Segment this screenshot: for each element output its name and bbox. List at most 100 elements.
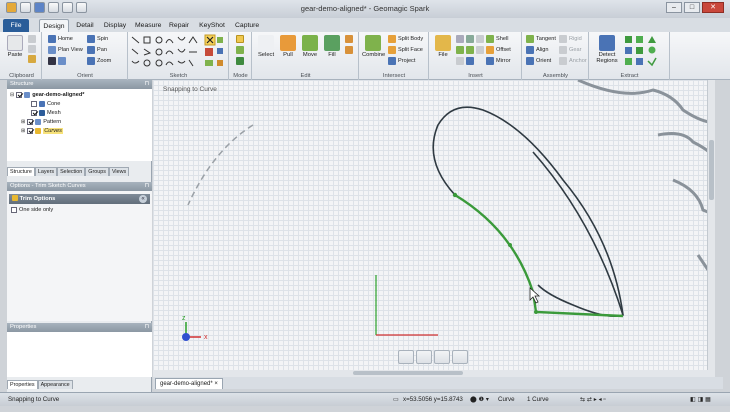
- document-tab[interactable]: gear-demo-aligned* ×: [155, 378, 223, 389]
- tab-detail[interactable]: Detail: [72, 19, 98, 32]
- tree-row-mesh[interactable]: Mesh: [31, 110, 61, 116]
- maximize-button[interactable]: □: [684, 2, 700, 13]
- close-tab-icon[interactable]: ×: [214, 381, 218, 387]
- orient-button[interactable]: Orient: [526, 57, 551, 65]
- sketch-mode-icon[interactable]: [236, 35, 244, 43]
- cut-icon[interactable]: [28, 35, 36, 43]
- project-button[interactable]: Project: [388, 57, 415, 65]
- scroll-thumb[interactable]: [709, 140, 714, 200]
- minimize-button[interactable]: –: [666, 2, 682, 13]
- tree-row-cone[interactable]: Cone: [31, 101, 60, 107]
- tab-capture[interactable]: Capture: [232, 19, 262, 32]
- pin-icon[interactable]: ⊓: [144, 182, 149, 191]
- status-nav-icons[interactable]: ⇆ ⇄ ▸ ◂ ▫: [580, 396, 606, 403]
- detect-regions-button[interactable]: Detect Regions: [593, 35, 621, 64]
- tab-appearance[interactable]: Appearance: [37, 380, 73, 389]
- pan-button[interactable]: Pan: [87, 46, 107, 54]
- pin-icon[interactable]: ⊓: [144, 323, 149, 332]
- mini-sketch-icon[interactable]: [416, 350, 432, 364]
- edit-extra2-icon[interactable]: [345, 46, 353, 54]
- one-side-only-checkbox[interactable]: [11, 207, 17, 213]
- closed-sketch-curve[interactable]: [432, 106, 624, 318]
- edit-extra-icon[interactable]: [345, 35, 353, 43]
- tree-row-pattern[interactable]: ⊞ Pattern: [21, 119, 61, 125]
- visibility-checkbox[interactable]: [31, 101, 37, 107]
- vertical-scrollbar[interactable]: [707, 80, 715, 377]
- tab-keyshot[interactable]: KeyShot 3: [194, 19, 230, 42]
- design-viewport[interactable]: Snapping to Curve x z: [153, 80, 715, 377]
- tab-structure[interactable]: Structure: [7, 167, 35, 176]
- selection-filter[interactable]: Curve: [498, 396, 515, 403]
- gear-button[interactable]: Gear: [559, 46, 581, 54]
- tab-selection[interactable]: Selection: [57, 167, 86, 176]
- curve-endpoint[interactable]: [534, 310, 538, 314]
- anchor-button[interactable]: Anchor: [559, 57, 587, 65]
- tree-row-root[interactable]: ⊟ gear-demo-aligned*: [10, 92, 84, 98]
- mini-select-icon[interactable]: [398, 350, 414, 364]
- sketch-canvas[interactable]: x z: [153, 80, 715, 377]
- rigid-button[interactable]: Rigid: [559, 35, 582, 43]
- status-tools[interactable]: ⬤ ❶ ▾: [470, 396, 489, 403]
- format-icon[interactable]: [28, 55, 36, 63]
- view-options-button[interactable]: [48, 57, 66, 65]
- split-body-button[interactable]: Split Body: [388, 35, 423, 43]
- tab-groups[interactable]: Groups: [85, 167, 109, 176]
- insert-shape-icons-2[interactable]: [456, 46, 484, 54]
- visibility-checkbox[interactable]: [27, 119, 34, 125]
- trim-options-section[interactable]: Trim Options «: [9, 194, 150, 204]
- image-icon: [456, 57, 464, 65]
- extract-tools[interactable]: [624, 35, 664, 67]
- select-button[interactable]: Select: [255, 35, 277, 58]
- sketch-tools[interactable]: [129, 34, 229, 70]
- align-button[interactable]: Align: [526, 46, 548, 54]
- mirror-icon: [486, 57, 494, 65]
- tab-properties[interactable]: Properties: [7, 380, 38, 389]
- insert-shape-icons[interactable]: [456, 35, 484, 43]
- 3d-mode-icon[interactable]: [236, 57, 244, 65]
- insert-shape-icons-3[interactable]: [456, 57, 474, 65]
- paste-button[interactable]: Paste: [4, 35, 26, 58]
- mini-pen-icon[interactable]: [434, 350, 450, 364]
- curve-endpoint[interactable]: [452, 192, 458, 198]
- tab-measure[interactable]: Measure: [132, 19, 164, 32]
- insert-file-button[interactable]: File: [432, 35, 454, 58]
- split-face-button[interactable]: Split Face: [388, 46, 423, 54]
- tangent-button[interactable]: Tangent: [526, 35, 556, 43]
- shell-button[interactable]: Shell: [486, 35, 508, 43]
- horizontal-scrollbar[interactable]: [153, 370, 715, 377]
- visibility-checkbox[interactable]: [27, 128, 34, 134]
- tree-row-curves[interactable]: ⊞ Curves: [21, 128, 63, 134]
- mini-plan-icon[interactable]: [452, 350, 468, 364]
- mirror-button[interactable]: Mirror: [486, 57, 511, 65]
- section-mode-icon[interactable]: [236, 46, 244, 54]
- collapse-icon[interactable]: «: [139, 195, 147, 203]
- visibility-checkbox[interactable]: [16, 92, 23, 98]
- triad-origin[interactable]: [182, 333, 190, 341]
- one-side-only-option[interactable]: One side only: [11, 207, 53, 213]
- offset-button[interactable]: Offset: [486, 46, 511, 54]
- scroll-thumb[interactable]: [353, 371, 463, 375]
- pin-icon[interactable]: ⊓: [144, 80, 149, 89]
- tab-views[interactable]: Views: [108, 167, 130, 176]
- plan-view-button[interactable]: Plan View: [48, 46, 83, 54]
- tab-design[interactable]: Design: [39, 19, 69, 32]
- tab-display[interactable]: Display: [100, 19, 130, 32]
- combine-button[interactable]: Combine: [362, 35, 385, 58]
- spin-button[interactable]: Spin: [87, 35, 108, 43]
- move-button[interactable]: Move: [299, 35, 321, 58]
- visibility-checkbox[interactable]: [31, 110, 37, 116]
- tab-file[interactable]: File: [3, 19, 29, 32]
- fill-button[interactable]: Fill: [321, 35, 343, 58]
- pull-button[interactable]: Pull: [277, 35, 299, 58]
- close-button[interactable]: ✕: [702, 2, 724, 13]
- tab-repair[interactable]: Repair: [166, 19, 192, 32]
- home-button[interactable]: Home: [48, 35, 73, 43]
- tab-layers[interactable]: Layers: [34, 167, 58, 176]
- curve-midpoint[interactable]: [508, 243, 512, 247]
- selected-green-curve[interactable]: [454, 193, 624, 318]
- equation-icon: [466, 57, 474, 65]
- copy-icon[interactable]: [28, 45, 36, 53]
- curve-right-side[interactable]: [532, 151, 624, 316]
- zoom-button[interactable]: Zoom: [87, 57, 111, 65]
- status-right-icons[interactable]: ◧ ◨ ▦: [690, 396, 711, 403]
